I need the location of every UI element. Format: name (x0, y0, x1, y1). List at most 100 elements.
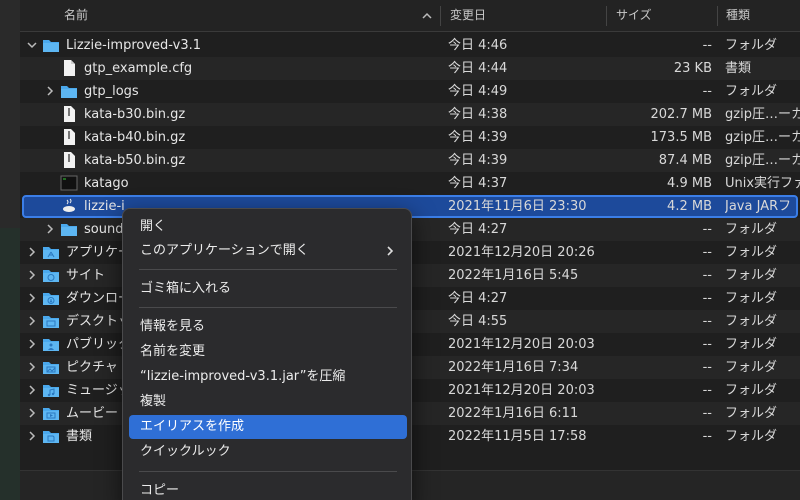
menu-item-make-alias[interactable]: エイリアスを作成 (129, 415, 407, 439)
file-name: sound (84, 222, 124, 237)
file-size: 87.4 MB (658, 153, 712, 168)
context-menu: 開く このアプリケーションで開く ゴミ箱に入れる 情報を見る 名前を変更 “li… (122, 208, 412, 500)
sort-ascending-icon[interactable] (420, 6, 434, 26)
file-date: 2021年12月20日 20:03 (448, 383, 595, 398)
menu-item-compress[interactable]: “lizzie-improved-v3.1.jar”を圧縮 (129, 365, 407, 389)
movies-folder-icon (43, 408, 59, 420)
file-size: -- (702, 383, 712, 398)
menu-separator (139, 471, 397, 472)
column-header: 名前 変更日 サイズ 種類 (20, 0, 800, 32)
file-row[interactable]: gtp_logs 今日 4:49 -- フォルダ (20, 80, 800, 103)
archive-icon (64, 106, 75, 122)
chevron-right-icon[interactable] (26, 315, 38, 327)
column-name-header[interactable]: 名前 (58, 0, 438, 32)
folder-icon (43, 40, 59, 52)
file-size: 23 KB (673, 61, 712, 76)
file-row[interactable]: gtp_example.cfg 今日 4:44 23 KB 書類 (20, 57, 800, 80)
file-name: サイト (66, 268, 106, 283)
column-date-header[interactable]: 変更日 (444, 0, 604, 32)
file-kind: gzip圧…ーカ (725, 107, 800, 122)
chevron-right-icon[interactable] (26, 292, 38, 304)
file-name: 書類 (66, 429, 93, 444)
file-name: kata-b40.bin.gz (84, 130, 186, 145)
file-date: 今日 4:49 (448, 84, 508, 99)
chevron-right-icon[interactable] (44, 85, 56, 97)
chevron-right-icon[interactable] (26, 430, 38, 442)
file-row[interactable]: Lizzie-improved-v3.1 今日 4:46 -- フォルダ (20, 34, 800, 57)
menu-item-move-to-trash[interactable]: ゴミ箱に入れる (129, 277, 407, 301)
document-icon (64, 60, 75, 76)
file-date: 今日 4:46 (448, 38, 508, 53)
chevron-right-icon[interactable] (26, 361, 38, 373)
file-size: -- (702, 314, 712, 329)
menu-item-quick-look[interactable]: クイックルック (129, 440, 407, 464)
file-date: 今日 4:27 (448, 222, 508, 237)
file-name: Lizzie-improved-v3.1 (66, 38, 201, 53)
file-size: -- (702, 222, 712, 237)
menu-item-get-info[interactable]: 情報を見る (129, 315, 407, 339)
file-size: 173.5 MB (650, 130, 712, 145)
column-divider[interactable] (440, 6, 441, 26)
file-name: kata-b30.bin.gz (84, 107, 186, 122)
chevron-right-icon (387, 246, 394, 256)
file-kind: フォルダ (725, 84, 778, 99)
menu-item-open-with[interactable]: このアプリケーションで開く (129, 239, 407, 263)
chevron-down-icon[interactable] (26, 39, 38, 51)
file-row[interactable]: katago 今日 4:37 4.9 MB Unix実行ファ (20, 172, 800, 195)
archive-icon (64, 129, 75, 145)
column-kind-header[interactable]: 種類 (720, 0, 800, 32)
chevron-right-icon[interactable] (26, 384, 38, 396)
file-kind: フォルダ (725, 268, 778, 283)
java-icon (63, 198, 75, 212)
column-size-header[interactable]: サイズ (610, 0, 720, 32)
file-kind: フォルダ (725, 406, 778, 421)
file-date: 2022年11月5日 17:58 (448, 429, 587, 444)
file-kind: Java JARフ (725, 199, 792, 214)
file-date: 2021年12月20日 20:26 (448, 245, 595, 260)
public-folder-icon (43, 339, 59, 351)
chevron-right-icon[interactable] (26, 407, 38, 419)
menu-item-copy[interactable]: コピー (129, 479, 407, 500)
file-size: -- (702, 84, 712, 99)
folder-icon (61, 86, 77, 98)
music-folder-icon (43, 385, 59, 397)
file-date: 2021年12月20日 20:03 (448, 337, 595, 352)
applications-folder-icon (43, 247, 59, 259)
file-name: gtp_example.cfg (84, 61, 193, 76)
chevron-right-icon[interactable] (26, 338, 38, 350)
archive-icon (64, 152, 75, 168)
file-date: 2021年11月6日 23:30 (448, 199, 587, 214)
file-kind: Unix実行ファ (725, 176, 800, 191)
file-name: gtp_logs (84, 84, 139, 99)
chevron-right-icon[interactable] (26, 246, 38, 258)
file-row[interactable]: kata-b30.bin.gz 今日 4:38 202.7 MB gzip圧…ー… (20, 103, 800, 126)
file-date: 今日 4:38 (448, 107, 508, 122)
file-size: -- (702, 245, 712, 260)
file-kind: フォルダ (725, 38, 778, 53)
chevron-right-icon[interactable] (26, 269, 38, 281)
file-size: 4.9 MB (667, 176, 712, 191)
file-kind: フォルダ (725, 383, 778, 398)
file-row[interactable]: kata-b40.bin.gz 今日 4:39 173.5 MB gzip圧…ー… (20, 126, 800, 149)
file-kind: フォルダ (725, 291, 778, 306)
file-size: -- (702, 406, 712, 421)
file-date: 今日 4:27 (448, 291, 508, 306)
menu-separator (139, 307, 397, 308)
menu-item-open[interactable]: 開く (129, 215, 407, 239)
file-kind: フォルダ (725, 314, 778, 329)
file-kind: フォルダ (725, 337, 778, 352)
desktop-folder-icon (43, 316, 59, 328)
file-size: 202.7 MB (650, 107, 712, 122)
file-size: 4.2 MB (667, 199, 712, 214)
menu-item-rename[interactable]: 名前を変更 (129, 340, 407, 364)
file-date: 2022年1月16日 5:45 (448, 268, 579, 283)
chevron-right-icon[interactable] (44, 223, 56, 235)
column-divider[interactable] (717, 6, 718, 26)
menu-item-duplicate[interactable]: 複製 (129, 390, 407, 414)
file-kind: gzip圧…ーカ (725, 130, 800, 145)
file-date: 今日 4:37 (448, 176, 508, 191)
file-row[interactable]: kata-b50.bin.gz 今日 4:39 87.4 MB gzip圧…ーカ (20, 149, 800, 172)
column-divider[interactable] (606, 6, 607, 26)
file-kind: フォルダ (725, 245, 778, 260)
file-size: -- (702, 268, 712, 283)
